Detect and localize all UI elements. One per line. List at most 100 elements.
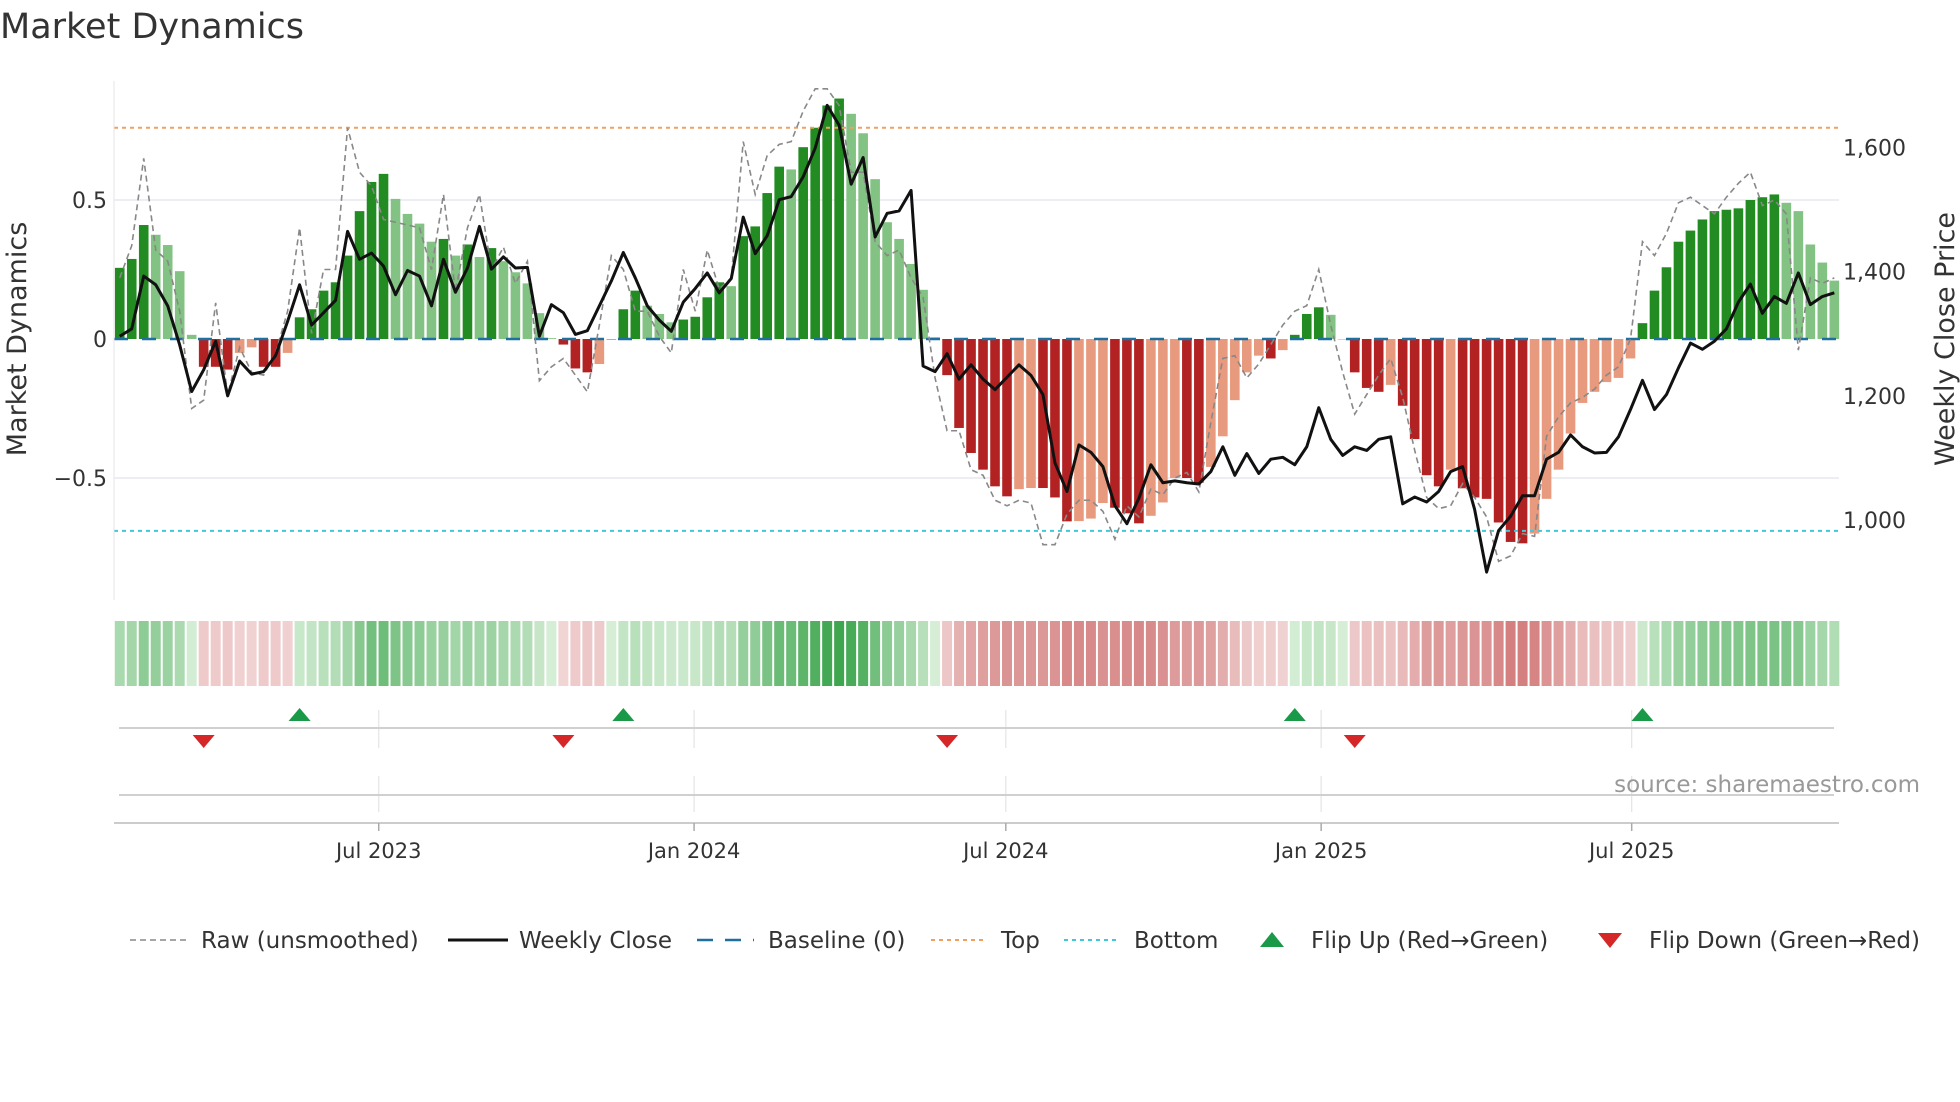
- heatmap-cell: [570, 621, 581, 686]
- heatmap-cell: [426, 621, 437, 686]
- dynamics-bar: [846, 113, 856, 339]
- right-tick-label: 1,200: [1843, 385, 1906, 410]
- heatmap-cell: [1469, 621, 1480, 686]
- legend-item-down: Flip Down (Green→Red): [1598, 928, 1920, 954]
- x-tick-label: Jan 2024: [646, 839, 741, 863]
- heatmap-cell: [798, 621, 809, 686]
- dynamics-bar: [1373, 339, 1384, 392]
- flip-up-triangle-icon: [612, 708, 635, 721]
- heatmap-cell: [1613, 621, 1624, 686]
- heatmap-cell: [1625, 621, 1636, 686]
- heatmap-cell: [738, 621, 749, 686]
- heatmap-cell: [894, 621, 905, 686]
- heatmap-cell: [222, 621, 233, 686]
- dynamics-bar: [1589, 339, 1600, 392]
- heatmap-cell: [1757, 621, 1768, 686]
- legend-label: Bottom: [1134, 928, 1218, 954]
- heatmap-cell: [882, 621, 893, 686]
- dynamics-bar: [1230, 339, 1240, 401]
- heatmap-cell: [1745, 621, 1756, 686]
- heatmap-cell: [918, 621, 929, 686]
- heatmap-cell: [822, 621, 833, 686]
- heatmap-cell: [1505, 621, 1516, 686]
- heatmap-cell: [1241, 621, 1252, 686]
- heatmap-cell: [450, 621, 461, 686]
- heatmap-cell: [858, 621, 869, 686]
- heatmap-cell: [1805, 621, 1816, 686]
- heatmap-cell: [1541, 621, 1552, 686]
- heatmap-cell: [282, 621, 293, 686]
- heatmap-cell: [1205, 621, 1216, 686]
- heatmap-cell: [1529, 621, 1540, 686]
- x-tick-label: Jul 2024: [961, 839, 1048, 863]
- dynamics-bar: [246, 339, 257, 348]
- heatmap-cell: [606, 621, 617, 686]
- heatmap-cell: [906, 621, 917, 686]
- dynamics-bar: [1194, 339, 1204, 483]
- dynamics-bar: [1026, 339, 1036, 489]
- dynamics-bar: [1733, 208, 1744, 339]
- heatmap-cell: [1637, 621, 1648, 686]
- heatmap-cell: [1337, 621, 1348, 686]
- dynamics-bar: [1469, 339, 1480, 498]
- dynamics-bar: [1481, 339, 1492, 499]
- dynamics-bar: [438, 238, 449, 339]
- heatmap-cell: [1817, 621, 1828, 686]
- left-tick-label: −0.5: [54, 467, 107, 492]
- dynamics-bar: [990, 339, 1000, 487]
- heatmap-cell: [678, 621, 689, 686]
- flip-up-triangle-icon: [1283, 708, 1306, 721]
- dynamics-bar: [870, 179, 880, 339]
- legend: Raw (unsmoothed) Weekly Close Baseline (0)…: [130, 928, 1920, 954]
- dynamics-bar: [1517, 339, 1528, 544]
- dynamics-bar: [882, 222, 892, 339]
- heatmap-cell: [1793, 621, 1804, 686]
- dynamics-bar: [1625, 339, 1636, 359]
- heatmap-cell: [162, 621, 173, 686]
- dynamics-bar: [1433, 339, 1444, 487]
- dynamics-bar: [510, 272, 521, 339]
- heatmap-cell: [762, 621, 773, 686]
- heatmap-cell: [246, 621, 257, 686]
- heatmap-cell: [774, 621, 785, 686]
- legend-item-close: Weekly Close: [448, 928, 672, 954]
- heatmap-cell: [366, 621, 377, 686]
- heatmap-cell: [966, 621, 977, 686]
- heatmap-cell: [1601, 621, 1612, 686]
- heatmap-cell: [1373, 621, 1384, 686]
- dynamics-bar: [1745, 200, 1756, 339]
- heatmap-cell: [330, 621, 341, 686]
- legend-item-top: Top: [931, 928, 1040, 954]
- dynamics-bar: [1673, 241, 1684, 339]
- heatmap-cell: [1589, 621, 1600, 686]
- flip-up-triangle-icon: [1631, 708, 1654, 721]
- dynamics-bar: [222, 339, 233, 370]
- right-axis-label: Weekly Close Price: [1930, 212, 1960, 466]
- heatmap-cell: [834, 621, 845, 686]
- heatmap-cell: [126, 621, 137, 686]
- heatmap-cell: [1073, 621, 1084, 686]
- dynamics-bar: [1649, 290, 1660, 339]
- heatmap-cell: [1421, 621, 1432, 686]
- heatmap-cell: [846, 621, 857, 686]
- heatmap-cell: [1325, 621, 1336, 686]
- dynamics-bar: [366, 181, 377, 339]
- heatmap-cell: [1733, 621, 1744, 686]
- heatmap-cell: [1229, 621, 1240, 686]
- heatmap-cell: [1097, 621, 1108, 686]
- heatmap-cell: [294, 621, 305, 686]
- heatmap-cell: [1121, 621, 1132, 686]
- heatmap-cell: [1002, 621, 1013, 686]
- dynamics-bar: [1062, 339, 1072, 522]
- dynamics-bar: [606, 339, 617, 340]
- dynamics-bar: [1541, 339, 1552, 499]
- heatmap-cell: [1014, 621, 1024, 686]
- raw-series-line: [119, 88, 1835, 563]
- x-axis: Jul 2023 Jan 2024 Jul 2024 Jan 2025 Jul 2025: [114, 822, 1839, 863]
- dynamics-bar: [1301, 313, 1312, 339]
- left-tick-label: 0: [93, 328, 107, 353]
- right-tick-label: 1,400: [1843, 261, 1906, 286]
- heatmap-cell: [1769, 621, 1780, 686]
- dynamics-bar: [1781, 202, 1792, 339]
- dynamics-bar: [378, 173, 389, 339]
